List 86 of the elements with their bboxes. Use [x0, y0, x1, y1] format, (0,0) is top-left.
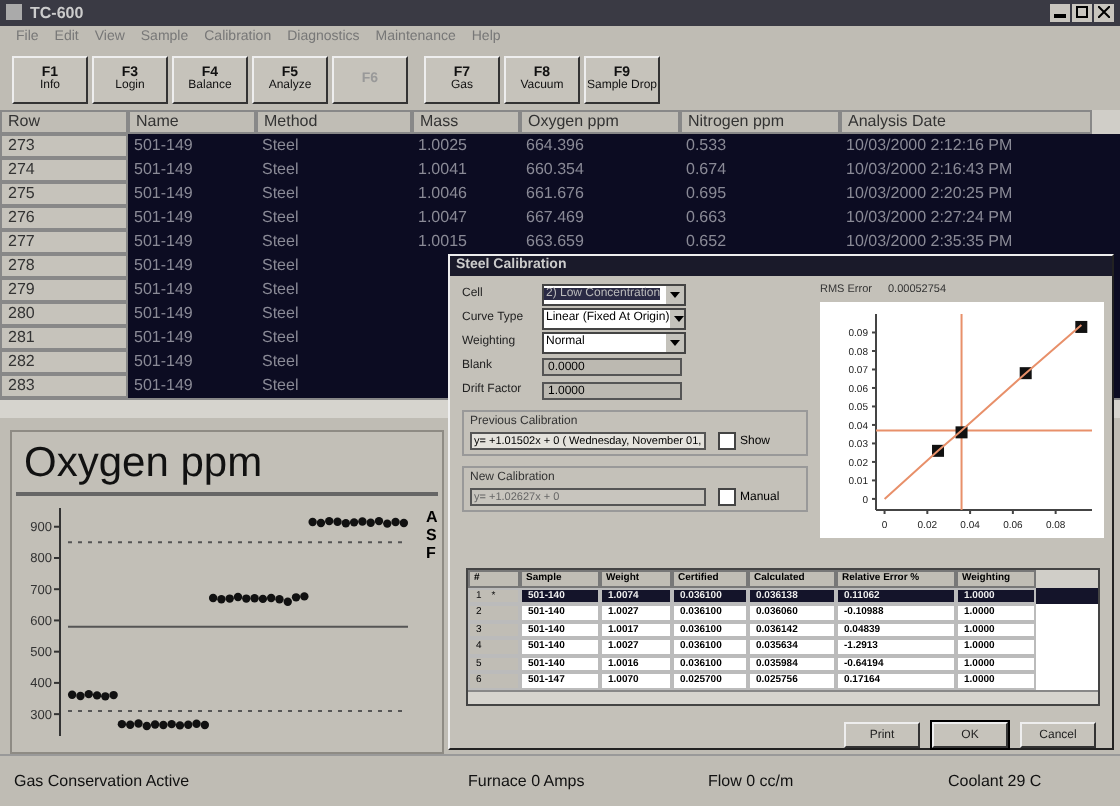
table-cell-text: 1.0025: [416, 133, 469, 158]
table-cell-text: Steel: [260, 253, 301, 278]
column-header[interactable]: Nitrogen ppm: [680, 109, 840, 134]
table-cell-text: 10/03/2000 2:16:43 PM: [844, 157, 1015, 182]
status-text: Flow 0 cc/m: [706, 772, 796, 791]
table-cell-text: 10/03/2000 2:27:24 PM: [844, 205, 1015, 230]
table-cell: 277: [0, 229, 128, 254]
table-cell: 278: [0, 253, 128, 278]
table-row[interactable]: 274 501-149 Steel 1.0041 660.354 0.674 10/03/2000 2:16:43 PM: [0, 157, 1120, 182]
table-cell-text: 501-149: [132, 373, 195, 398]
caret-icon: [669, 309, 684, 327]
minimize-button[interactable]: [1050, 3, 1070, 22]
table-cell-text: Steel: [260, 349, 301, 374]
column-header[interactable]: Mass: [412, 109, 520, 134]
table-cell: 279: [0, 277, 128, 302]
table-cell-text: Steel: [260, 277, 301, 302]
table-row[interactable]: 273 501-149 Steel 1.0025 664.396 0.533 10/03/2000 2:12:16 PM: [0, 133, 1120, 158]
table-cell-text: 501-149: [132, 181, 195, 206]
table-cell-text: 501-149: [132, 325, 195, 350]
table-cell-text: Steel: [260, 325, 301, 350]
table-cell-text: 664.396: [524, 133, 586, 158]
table-cell-text: 501-149: [132, 277, 195, 302]
app-icon[interactable]: [6, 4, 22, 21]
column-header[interactable]: Oxygen ppm: [520, 109, 680, 134]
table-cell: 283: [0, 373, 128, 398]
caret-icon: [666, 285, 684, 303]
table-cell-text: 501-149: [132, 349, 195, 374]
data-point: [1075, 320, 1088, 333]
status-text: Furnace 0 Amps: [466, 772, 587, 791]
table-cell-text: 663.659: [524, 229, 586, 254]
close-button[interactable]: [1094, 3, 1114, 22]
table-cell-text: Steel: [260, 157, 301, 182]
table-row[interactable]: 276 501-149 Steel 1.0047 667.469 0.663 10/03/2000 2:27:24 PM: [0, 205, 1120, 230]
scrollbar[interactable]: [1036, 570, 1098, 587]
table-cell: 273: [0, 133, 128, 158]
column-header[interactable]: Analysis Date: [840, 109, 1092, 134]
legend-label: S: [426, 525, 438, 544]
table-cell-text: 0.533: [684, 133, 729, 158]
table-cell-text: 501-149: [132, 205, 195, 230]
table-cell-text: 10/03/2000 2:35:35 PM: [844, 229, 1015, 254]
table-cell-text: 1.0046: [416, 181, 469, 206]
status-text: Coolant 29 C: [946, 772, 1042, 791]
table-cell-text: Steel: [260, 301, 301, 326]
caret-icon: [666, 333, 684, 351]
table-row[interactable]: 277 501-149 Steel 1.0015 663.659 0.652 10/03/2000 2:35:35 PM: [0, 229, 1120, 254]
table-cell-text: 0.695: [684, 181, 729, 206]
table-cell-text: 0.674: [684, 157, 729, 182]
table-cell: 275: [0, 181, 128, 206]
table-cell: 276: [0, 205, 128, 230]
table-cell-text: 501-149: [132, 301, 195, 326]
window-title: TC-600: [30, 3, 84, 22]
column-header[interactable]: Row: [0, 109, 128, 134]
table-cell-text: Steel: [260, 205, 301, 230]
table-cell-text: 667.469: [524, 205, 586, 230]
table-cell-text: 0.663: [684, 205, 729, 230]
table-cell-text: Steel: [260, 373, 301, 398]
table-cell: 274: [0, 157, 128, 182]
table-cell-text: 501-149: [132, 229, 195, 254]
table-cell-text: 501-149: [132, 253, 195, 278]
table-cell-text: 0.652: [684, 229, 729, 254]
legend-label: A: [426, 507, 438, 526]
status-text: Gas Conservation Active: [12, 772, 192, 791]
table-cell-text: 10/03/2000 2:12:16 PM: [844, 133, 1015, 158]
table-cell-text: 660.354: [524, 157, 586, 182]
table-cell-text: Steel: [260, 181, 301, 206]
column-header[interactable]: Name: [128, 109, 256, 134]
maximize-button[interactable]: [1072, 3, 1092, 22]
scrollbar[interactable]: [1092, 109, 1120, 134]
legend-label: F: [426, 543, 438, 562]
table-row[interactable]: 275 501-149 Steel 1.0046 661.676 0.695 10/03/2000 2:20:25 PM: [0, 181, 1120, 206]
table-cell-text: 10/03/2000 2:20:25 PM: [844, 181, 1015, 206]
table-cell: 280: [0, 301, 128, 326]
chart-title: Oxygen ppm: [22, 437, 265, 490]
table-cell: 281: [0, 325, 128, 350]
table-cell-text: 1.0015: [416, 229, 469, 254]
table-cell-text: 501-149: [132, 157, 195, 182]
column-header[interactable]: Method: [256, 109, 412, 134]
table-cell-text: 1.0041: [416, 157, 469, 182]
table-cell: 282: [0, 349, 128, 374]
maximize-icon: [1076, 6, 1088, 19]
close-icon: [1098, 6, 1110, 19]
table-cell-text: Steel: [260, 229, 301, 254]
table-cell-text: Steel: [260, 133, 301, 158]
table-cell-text: 501-149: [132, 133, 195, 158]
table-cell-text: 1.0047: [416, 205, 469, 230]
table-cell-text: 661.676: [524, 181, 586, 206]
